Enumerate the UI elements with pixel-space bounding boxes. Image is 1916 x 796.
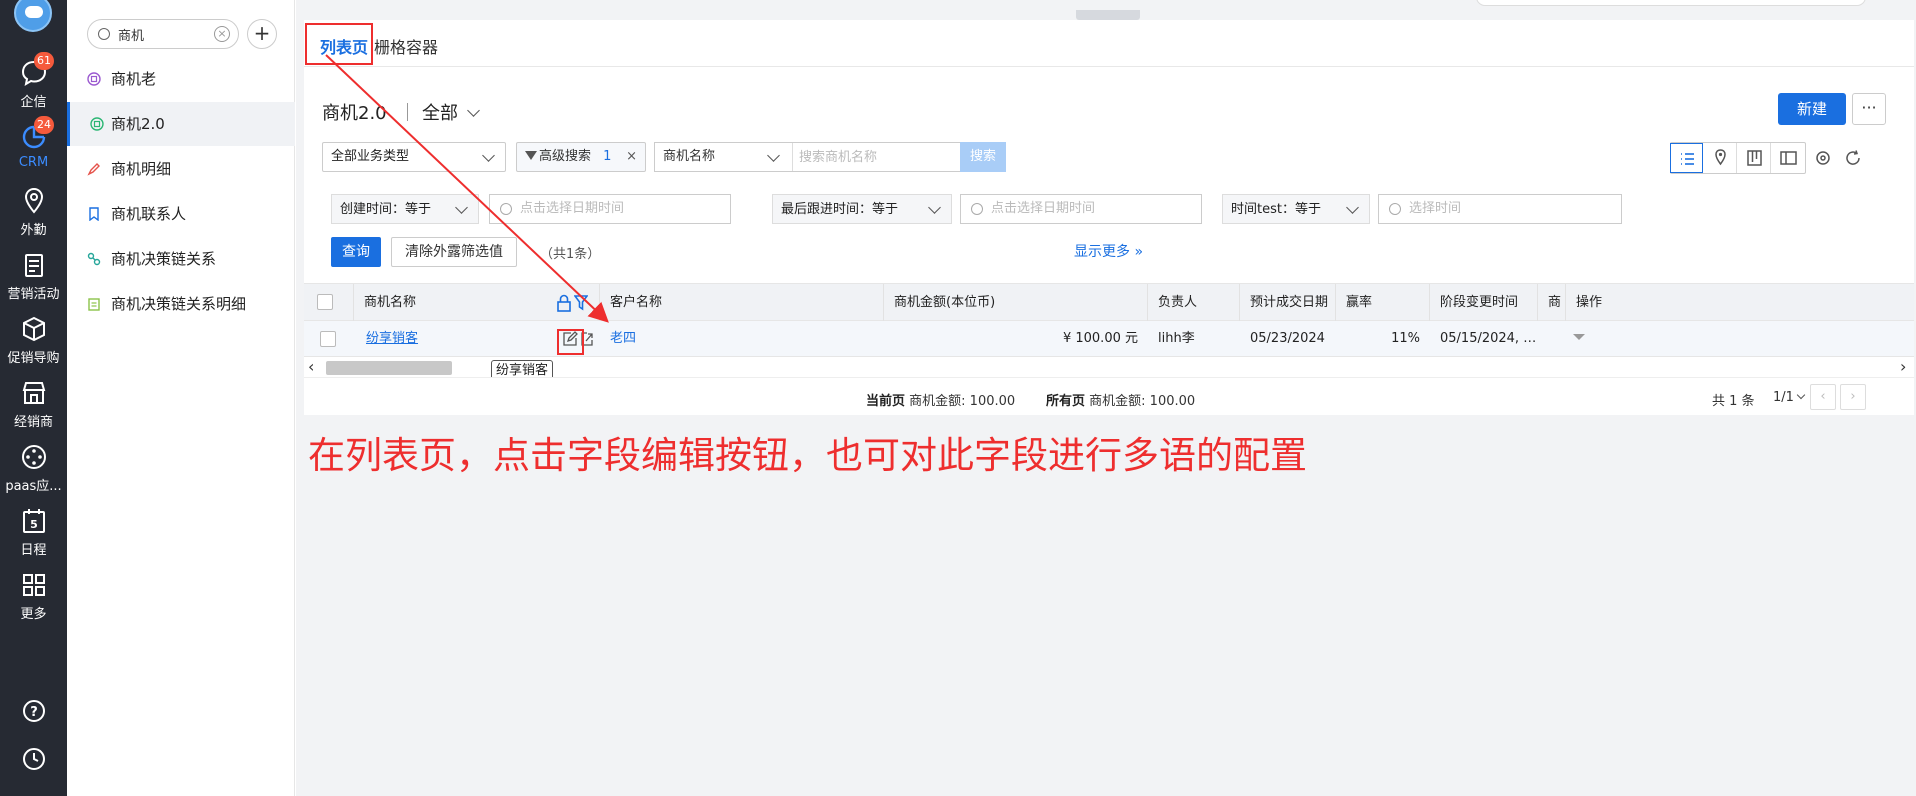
unread-badge: 24 xyxy=(34,116,54,134)
sidebar-item-shangji-2[interactable]: 商机2.0 xyxy=(67,102,295,146)
add-object-button[interactable]: + xyxy=(247,19,277,49)
sidebar-item-label: 商机2.0 xyxy=(111,115,165,133)
annotation-text: 在列表页，点击字段编辑按钮，也可对此字段进行多语的配置 xyxy=(308,434,1307,477)
object-search-input[interactable] xyxy=(118,24,208,44)
svg-text:?: ? xyxy=(30,705,38,720)
sidebar-item-detail[interactable]: 商机明细 xyxy=(67,147,295,191)
sidebar-item-label: 商机决策链关系明细 xyxy=(111,295,247,313)
object-icon xyxy=(90,117,104,131)
rail-item-label: 企信 xyxy=(20,95,47,110)
rail-item-label: 外勤 xyxy=(20,223,47,238)
location-icon xyxy=(24,187,43,214)
history-button[interactable] xyxy=(0,744,67,777)
sidebar-item-label: 商机联系人 xyxy=(111,205,187,223)
sidebar-item-chain-detail[interactable]: 商机决策链关系明细 xyxy=(67,282,295,326)
box-icon xyxy=(22,316,45,342)
rail-item-label: CRM xyxy=(18,155,49,170)
rail-item-label: paas应... xyxy=(5,479,62,494)
detail-icon xyxy=(87,163,100,176)
sidebar-item-chain[interactable]: 商机决策链关系 xyxy=(67,237,295,281)
clipboard-icon xyxy=(88,298,100,311)
sidebar-item-label: 商机老 xyxy=(111,70,157,88)
link-icon xyxy=(87,252,101,266)
rail-item-marketing[interactable]: 营销活动 xyxy=(0,250,67,302)
object-search[interactable]: × xyxy=(87,19,239,49)
rail-item-more[interactable]: 更多 xyxy=(0,570,67,622)
marketing-icon xyxy=(24,254,43,277)
object-icon xyxy=(87,72,101,86)
avatar[interactable] xyxy=(14,0,52,32)
calendar-icon: 5 xyxy=(22,509,45,533)
rail-item-waiqin[interactable]: 外勤 xyxy=(0,186,67,238)
rail-item-crm[interactable]: 24 CRM xyxy=(0,116,67,170)
rail-item-label: 营销活动 xyxy=(7,287,60,302)
calendar-day: 5 xyxy=(30,518,38,531)
paas-icon xyxy=(21,445,46,469)
help-button[interactable]: ? xyxy=(0,696,67,729)
store-icon xyxy=(22,382,45,404)
rail-item-paas[interactable]: paas应... xyxy=(0,442,67,494)
rail-item-schedule[interactable]: 5 日程 xyxy=(0,506,67,558)
object-sidebar: × + 商机老 商机2.0 商机明细 商机联系人 商机决策链关系 商机决策链关系… xyxy=(67,0,295,796)
sidebar-item-shangji-old[interactable]: 商机老 xyxy=(67,57,295,101)
search-icon xyxy=(98,28,110,40)
rail-item-label: 更多 xyxy=(20,607,47,622)
annotation-arrow xyxy=(325,54,609,323)
help-icon: ? xyxy=(22,700,45,722)
sidebar-item-label: 商机决策链关系 xyxy=(111,250,217,268)
unread-badge: 61 xyxy=(34,52,54,70)
rail-item-promo[interactable]: 促销导购 xyxy=(0,314,67,366)
clock-icon xyxy=(22,748,45,770)
clear-icon[interactable]: × xyxy=(214,26,230,42)
app-rail: 61 企信 24 CRM 外勤 营销活动 促销导购 经销商 paas应... 5… xyxy=(0,0,67,796)
main-area: 列表页 栅格容器 商机2.0 全部 新建 ··· 全部业务类型 高级搜索 1 ×… xyxy=(296,0,1916,796)
sidebar-item-label: 商机明细 xyxy=(111,160,172,178)
rail-item-label: 促销导购 xyxy=(7,351,60,366)
rail-item-label: 日程 xyxy=(20,543,47,558)
rail-item-dealer[interactable]: 经销商 xyxy=(0,378,67,430)
bookmark-icon xyxy=(89,207,99,221)
rail-item-label: 经销商 xyxy=(13,415,53,430)
rail-item-qixin[interactable]: 61 企信 xyxy=(0,52,67,110)
grid-icon xyxy=(22,574,45,596)
sidebar-item-contact[interactable]: 商机联系人 xyxy=(67,192,295,236)
